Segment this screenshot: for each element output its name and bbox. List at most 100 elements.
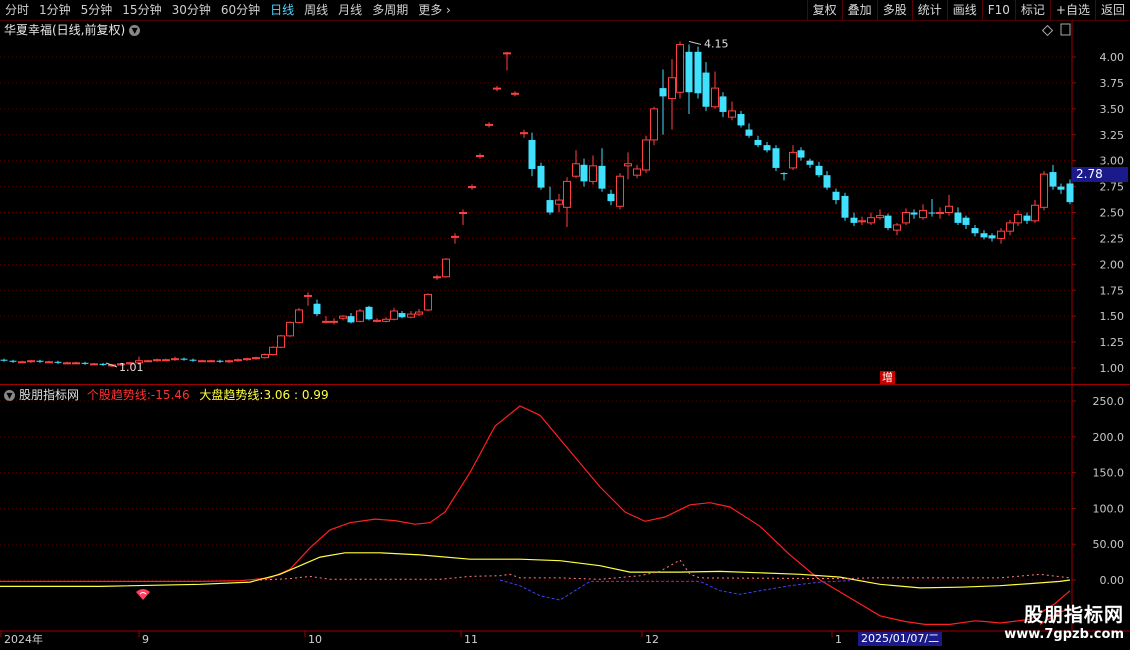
candle — [144, 359, 152, 363]
candle-body — [694, 51, 702, 94]
candle-body — [659, 88, 667, 97]
candle — [162, 358, 170, 362]
candle — [27, 359, 35, 363]
price-axis-label: 1.00 — [1100, 362, 1125, 375]
candle — [407, 310, 415, 319]
candle — [737, 110, 745, 128]
diamond-icon[interactable] — [1041, 24, 1054, 37]
price-axis-label: 1.75 — [1100, 284, 1125, 297]
candle-body — [216, 360, 224, 362]
candle-body — [945, 205, 953, 213]
candle-body — [528, 139, 536, 169]
candle — [728, 101, 736, 121]
candle — [304, 292, 312, 306]
candle — [459, 209, 467, 225]
candle — [754, 135, 762, 148]
toolbar-button-7[interactable]: +自选 — [1049, 0, 1095, 20]
candle-body — [313, 303, 321, 315]
candle — [702, 62, 710, 111]
candle — [537, 162, 545, 190]
indicator-chart[interactable]: 250.0 200.0 150.0 100.0 50.00 0.00 — [0, 385, 1130, 632]
candle-body — [468, 186, 476, 189]
candle-body — [36, 360, 44, 362]
candle-body — [493, 87, 501, 90]
candle — [598, 148, 606, 192]
candle — [659, 69, 667, 135]
candle — [694, 46, 702, 99]
tab-period-6[interactable]: 日线 — [265, 0, 299, 20]
tab-period-0[interactable]: 分时 — [0, 0, 34, 20]
tab-period-8[interactable]: 月线 — [333, 0, 367, 20]
candle — [511, 91, 519, 97]
toolbar-button-2[interactable]: 多股 — [876, 0, 912, 20]
candle — [616, 173, 624, 210]
tab-period-9[interactable]: 多周期 — [367, 0, 413, 20]
candle — [424, 293, 432, 311]
candle-body — [537, 165, 545, 188]
pink-series — [259, 559, 1071, 581]
toolbar-button-3[interactable]: 统计 — [911, 0, 947, 20]
candle-body — [503, 52, 511, 55]
candle-body — [676, 44, 684, 93]
candle-body — [382, 318, 390, 322]
tab-period-3[interactable]: 15分钟 — [117, 0, 166, 20]
candle — [330, 318, 338, 325]
candle-body — [832, 191, 840, 201]
candle-body — [243, 358, 251, 361]
line3-series — [499, 579, 851, 601]
candle — [893, 222, 901, 236]
tab-period-1[interactable]: 1分钟 — [34, 0, 76, 20]
candle-body — [624, 163, 632, 167]
candle — [780, 172, 788, 181]
zeng-badge[interactable]: 增 — [880, 371, 895, 384]
candle — [589, 155, 597, 185]
toolbar-button-5[interactable]: F10 — [981, 0, 1015, 20]
time-label: 10 — [308, 633, 322, 646]
candle-body — [424, 293, 432, 311]
candlestick-chart[interactable]: 4.00 3.75 3.50 3.25 3.00 2.75 2.50 2.25 2.00 1.75… — [0, 20, 1130, 385]
candle-body — [763, 145, 771, 151]
more-periods-button[interactable]: 更多 › — [413, 0, 456, 20]
candle — [962, 215, 970, 230]
candle-body — [45, 361, 53, 364]
candle — [382, 317, 390, 323]
candle-body — [772, 148, 780, 168]
candle — [563, 177, 571, 228]
candle-body — [988, 235, 996, 239]
candle — [99, 362, 107, 366]
ind-axis-label: 100.0 — [1093, 502, 1125, 515]
time-label: 12 — [645, 633, 659, 646]
candle-body — [207, 360, 215, 363]
candle-body — [902, 212, 910, 224]
candle-body — [162, 359, 170, 362]
toolbar-button-4[interactable]: 画线 — [946, 0, 982, 20]
layout-icon[interactable] — [1060, 23, 1071, 36]
candle — [668, 59, 676, 130]
tab-period-7[interactable]: 周线 — [299, 0, 333, 20]
toolbar-actions: 复权 叠加 多股 统计 画线 F10 标记 +自选 返回 — [806, 0, 1130, 20]
toolbar-button-1[interactable]: 叠加 — [841, 0, 877, 20]
candle — [858, 216, 866, 225]
period-tabs: 分时 1分钟 5分钟 15分钟 30分钟 60分钟 日线 周线 月线 多周期 更多 › — [0, 0, 456, 20]
candle — [339, 315, 347, 321]
candle — [520, 129, 528, 138]
candle-body — [546, 200, 554, 213]
tab-period-4[interactable]: 30分钟 — [167, 0, 216, 20]
tab-period-5[interactable]: 60分钟 — [216, 0, 265, 20]
price-axis-label: 3.50 — [1100, 103, 1125, 116]
time-label: 9 — [142, 633, 149, 646]
candle — [252, 356, 260, 360]
toolbar-button-0[interactable]: 复权 — [806, 0, 842, 20]
candle-body — [1014, 214, 1022, 224]
toolbar-button-6[interactable]: 标记 — [1014, 0, 1050, 20]
candle-body — [451, 235, 459, 238]
ind-axis-label: 250.0 — [1093, 395, 1125, 408]
candle-body — [189, 359, 197, 361]
toolbar-button-8[interactable]: 返回 — [1094, 0, 1130, 20]
candle — [356, 308, 364, 323]
tab-period-2[interactable]: 5分钟 — [76, 0, 118, 20]
candle-body — [745, 129, 753, 136]
candle-body — [72, 362, 80, 365]
candle — [971, 224, 979, 237]
ind-axis-label: 0.00 — [1100, 574, 1125, 587]
